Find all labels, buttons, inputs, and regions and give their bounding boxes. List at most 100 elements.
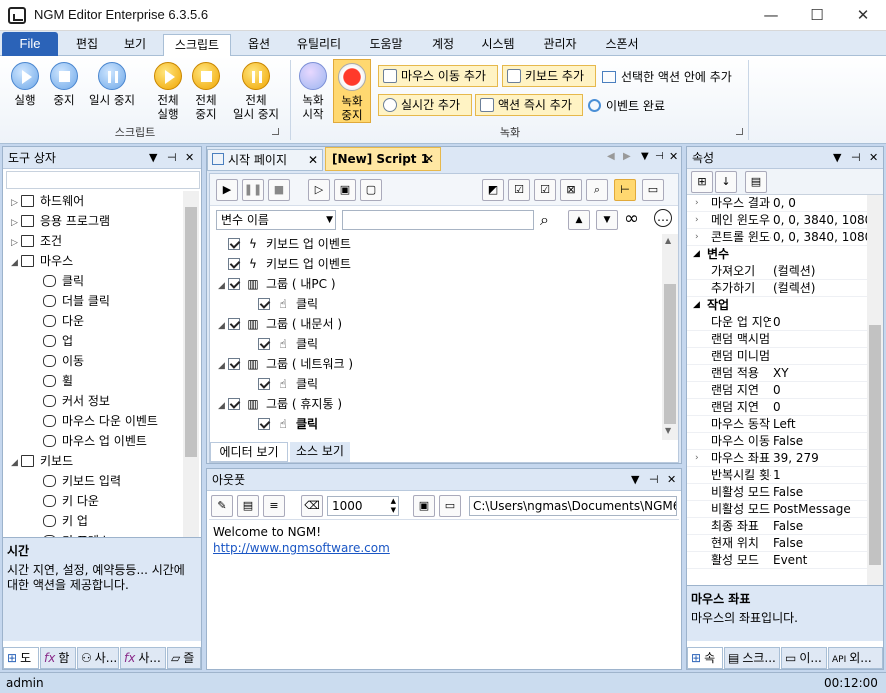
toolbox-item[interactable]: 다운 bbox=[43, 311, 84, 331]
property-row[interactable]: 비활성 모드 False bbox=[687, 484, 867, 501]
close-tab-icon[interactable]: ✕ bbox=[308, 150, 318, 170]
editor-pin-icon[interactable]: ⊣ bbox=[655, 151, 664, 162]
property-value[interactable]: False bbox=[773, 433, 867, 450]
step-play-icon[interactable]: ▷ bbox=[308, 179, 330, 201]
property-row[interactable]: 반복시킬 횟수1 bbox=[687, 467, 867, 484]
property-value[interactable]: 0 bbox=[773, 382, 867, 399]
property-row[interactable]: › 콘트롤 윈도우0, 0, 3840, 1080 bbox=[687, 229, 867, 246]
property-row[interactable]: 마우스 동작 Left bbox=[687, 416, 867, 433]
tab-scroll-right-icon[interactable]: ▶ bbox=[623, 151, 631, 162]
node-checkbox[interactable] bbox=[228, 258, 240, 270]
node-checkbox[interactable] bbox=[258, 378, 270, 390]
property-value[interactable]: XY bbox=[773, 365, 867, 382]
add-in-selected-button[interactable]: 선택한 액션 안에 추가 bbox=[602, 68, 732, 85]
node-checkbox[interactable] bbox=[228, 398, 240, 410]
toolbox-item[interactable]: 휠 bbox=[43, 371, 73, 391]
add-mouse-move-button[interactable]: 마우스 이동 추가 bbox=[378, 65, 498, 87]
monitor-icon[interactable]: ▭ bbox=[642, 179, 664, 201]
stop-button[interactable]: 중지 bbox=[44, 62, 84, 107]
save-icon[interactable]: ▣ bbox=[413, 495, 435, 517]
prop-tab-3[interactable]: ▭ 이... bbox=[781, 647, 827, 669]
property-value[interactable]: 0, 0, 3840, 1080 bbox=[773, 212, 867, 229]
prop-dropdown-icon[interactable]: ▼ bbox=[833, 147, 841, 169]
close-button[interactable]: ✕ bbox=[840, 0, 886, 30]
tab-view[interactable]: 보기 bbox=[114, 34, 156, 56]
record-start-button[interactable]: 녹화 시작 bbox=[296, 62, 330, 121]
node-checkbox[interactable] bbox=[228, 318, 240, 330]
property-row[interactable]: 활성 모드 Event bbox=[687, 552, 867, 569]
run-button[interactable]: 실행 bbox=[4, 62, 46, 107]
move-down-icon[interactable]: ▼ bbox=[596, 210, 618, 230]
node-checkbox[interactable] bbox=[258, 418, 270, 430]
property-value[interactable]: Left bbox=[773, 416, 867, 433]
run-from-icon[interactable]: ▢ bbox=[360, 179, 382, 201]
node-checkbox[interactable] bbox=[258, 298, 270, 310]
property-row[interactable]: › 마우스 좌표 39, 279 bbox=[687, 450, 867, 467]
expand-icon[interactable]: ▷ bbox=[11, 193, 21, 213]
tab-script-1[interactable]: [New] Script 1 ✕ bbox=[325, 147, 441, 171]
event-done-button[interactable]: 이벤트 완료 bbox=[588, 97, 665, 114]
tab-scroll-left-icon[interactable]: ◀ bbox=[607, 151, 615, 162]
scroll-up-icon[interactable]: ▲ bbox=[665, 236, 671, 245]
script-node[interactable]: ☝ 클릭 bbox=[248, 294, 318, 314]
find-icon[interactable]: ⌕ bbox=[586, 179, 608, 201]
property-row[interactable]: 랜덤 지연 0 bbox=[687, 399, 867, 416]
node-checkbox[interactable] bbox=[258, 338, 270, 350]
property-value[interactable]: False bbox=[773, 518, 867, 535]
move-up-icon[interactable]: ▲ bbox=[568, 210, 590, 230]
toolbox-search-input[interactable] bbox=[6, 171, 200, 189]
script-node[interactable]: ϟ 키보드 업 이벤트 bbox=[218, 254, 351, 274]
toolbox-item[interactable]: ▷ 조건 bbox=[11, 231, 62, 251]
screenshot-icon[interactable]: ◩ bbox=[482, 179, 504, 201]
tab-edit[interactable]: 편집 bbox=[66, 34, 108, 56]
node-checkbox[interactable] bbox=[228, 278, 240, 290]
delete-icon[interactable]: ⊠ bbox=[560, 179, 582, 201]
output-pin-icon[interactable]: ⊣ bbox=[649, 469, 659, 491]
property-row[interactable]: 랜덤 미니멈 bbox=[687, 348, 867, 365]
close-script-tab-icon[interactable]: ✕ bbox=[424, 148, 434, 170]
property-row[interactable]: 가져오기 (컬렉션) bbox=[687, 263, 867, 280]
node-checkbox[interactable] bbox=[228, 358, 240, 370]
property-row[interactable]: 현재 위치 False bbox=[687, 535, 867, 552]
tab-sponsor[interactable]: 스폰서 bbox=[596, 34, 648, 56]
variable-search-input[interactable] bbox=[342, 210, 534, 230]
property-value[interactable]: 0 bbox=[773, 314, 867, 331]
property-value[interactable]: 0, 0, 3840, 1080 bbox=[773, 229, 867, 246]
property-row[interactable]: 추가하기 (컬렉션) bbox=[687, 280, 867, 297]
property-value[interactable]: PostMessage bbox=[773, 501, 867, 518]
eraser-icon[interactable]: ⌫ bbox=[301, 495, 323, 517]
tab-account[interactable]: 계정 bbox=[422, 34, 464, 56]
clean-icon[interactable]: ✎ bbox=[211, 495, 233, 517]
tab-admin[interactable]: 관리자 bbox=[534, 34, 586, 56]
expand-icon[interactable]: ▷ bbox=[11, 213, 21, 233]
toolbox-item[interactable]: 마우스 업 이벤트 bbox=[43, 431, 147, 451]
dropdown-icon[interactable]: ▼ bbox=[149, 147, 157, 169]
toolbox-item[interactable]: 마우스 다운 이벤트 bbox=[43, 411, 158, 431]
toolbox-tab-2[interactable]: fx 함 bbox=[40, 647, 76, 669]
editor-stop-icon[interactable]: ■ bbox=[268, 179, 290, 201]
toolbox-item[interactable]: 클릭 bbox=[43, 271, 84, 291]
prop-close-icon[interactable]: ✕ bbox=[869, 147, 878, 169]
expand-icon[interactable]: › bbox=[695, 195, 699, 212]
more-icon[interactable]: … bbox=[654, 209, 672, 227]
pause-button[interactable]: 일시 중지 bbox=[84, 62, 140, 107]
property-row[interactable]: 랜덤 적용 XY bbox=[687, 365, 867, 382]
tab-help[interactable]: 도움말 bbox=[360, 34, 412, 56]
record-stop-button[interactable]: 녹화 중지 bbox=[333, 59, 371, 123]
toolbox-item[interactable]: 키보드 입력 bbox=[43, 471, 121, 491]
expand-icon[interactable]: › bbox=[695, 450, 699, 467]
expand-icon[interactable]: › bbox=[695, 212, 699, 229]
output-count-stepper[interactable]: 1000 ▲ ▼ bbox=[327, 496, 399, 516]
editor-pause-icon[interactable]: ❚❚ bbox=[242, 179, 264, 201]
record-group-launcher-icon[interactable] bbox=[736, 128, 743, 135]
collapse-icon[interactable]: ◢ bbox=[218, 316, 228, 336]
collapse-icon[interactable]: ◢ bbox=[693, 246, 700, 263]
maximize-button[interactable]: ☐ bbox=[794, 0, 840, 30]
expand-icon[interactable]: › bbox=[695, 229, 699, 246]
property-value[interactable]: (컬렉션) bbox=[773, 280, 867, 297]
pin-icon[interactable]: ⊣ bbox=[167, 147, 177, 169]
collapse-icon[interactable]: ◢ bbox=[693, 297, 700, 314]
property-value[interactable]: False bbox=[773, 484, 867, 501]
run-all-button[interactable]: 전체 실행 bbox=[150, 62, 186, 121]
toolbox-item[interactable]: ▷ 하드웨어 bbox=[11, 191, 84, 211]
